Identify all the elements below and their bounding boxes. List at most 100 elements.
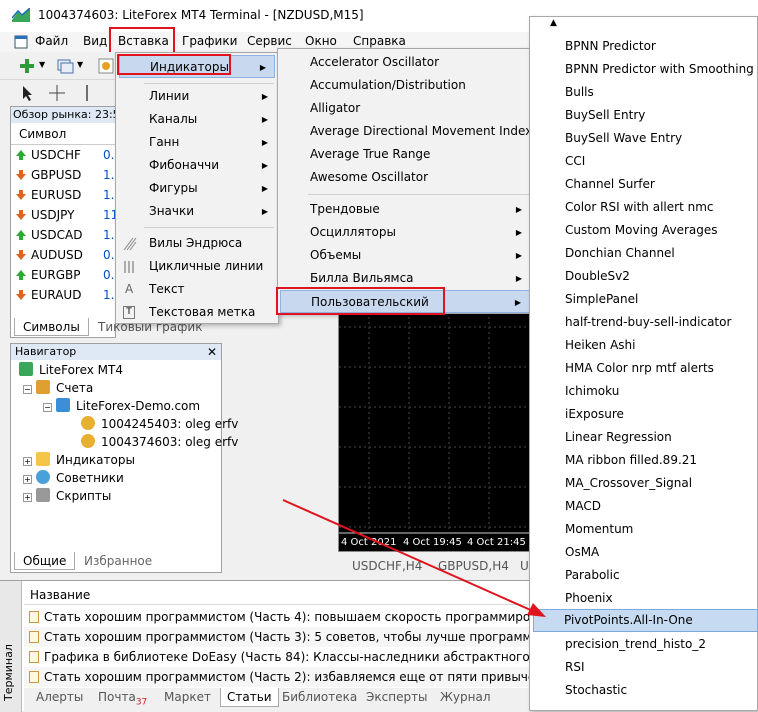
tree-item-account-2[interactable]: 1004374603: oleg erfv xyxy=(81,433,238,451)
tree-item-server[interactable]: − LiteForex-Demo.com xyxy=(43,397,200,415)
menu-item-cycle-lines[interactable]: Цикличные линии xyxy=(116,255,276,278)
menu-item-custom-indicator[interactable]: Phoenix xyxy=(565,587,613,610)
menu-item-alligator[interactable]: Alligator xyxy=(278,97,528,120)
terminal-vertical-tab[interactable]: Терминал xyxy=(0,581,22,712)
menu-window[interactable]: Окно xyxy=(305,34,337,48)
menu-item-shapes[interactable]: Фигуры ▶ xyxy=(116,177,276,200)
market-row[interactable]: AUDUSD 0. xyxy=(11,245,115,265)
close-icon[interactable]: ✕ xyxy=(207,344,217,360)
menu-help[interactable]: Справка xyxy=(353,34,406,48)
menu-item-custom-indicator[interactable]: Ichimoku xyxy=(565,380,619,403)
tree-item-indicators[interactable]: + Индикаторы xyxy=(23,451,135,469)
tab-favorites[interactable]: Избранное xyxy=(76,552,160,570)
chart-tab-usdchf[interactable]: USDCHF,H4 xyxy=(352,559,422,573)
menu-item-custom-indicator[interactable]: Linear Regression xyxy=(565,426,672,449)
menu-item-custom-indicator[interactable]: RSI xyxy=(565,656,585,679)
menu-item-custom-indicator[interactable]: Color RSI with allert nmc xyxy=(565,196,713,219)
collapse-icon[interactable]: − xyxy=(23,385,32,394)
tab-journal[interactable]: Журнал xyxy=(440,690,491,704)
menu-item-andrews-pitchfork[interactable]: Вилы Эндрюса xyxy=(116,232,276,255)
tab-mail[interactable]: Почта37 xyxy=(98,690,147,707)
chart-window-icon[interactable] xyxy=(14,35,28,49)
tree-item-account-1[interactable]: 1004245403: oleg erfv xyxy=(81,415,238,433)
menu-item-custom-indicator[interactable]: Stochastic xyxy=(565,679,627,702)
menu-item-custom-indicator[interactable]: Channel Surfer xyxy=(565,173,655,196)
chart-tab-more[interactable]: U xyxy=(520,559,529,573)
article-row[interactable]: Графика в библиотеке DoEasy (Часть 84): … xyxy=(24,647,530,667)
crosshair-icon[interactable] xyxy=(48,84,66,102)
menu-item-custom-indicator[interactable]: MACD xyxy=(565,495,601,518)
market-watch-icon[interactable] xyxy=(97,57,115,75)
menu-item-arrows[interactable]: Значки ▶ xyxy=(116,200,276,223)
new-chart-icon[interactable] xyxy=(18,57,36,75)
menu-item-text[interactable]: A Текст xyxy=(116,278,276,301)
expand-icon[interactable]: + xyxy=(23,475,32,484)
expand-icon[interactable]: + xyxy=(23,493,32,502)
article-row[interactable]: Стать хорошим программистом (Часть 2): и… xyxy=(24,667,530,687)
menu-item-custom-indicator[interactable]: OsMA xyxy=(565,541,599,564)
menu-item-custom-indicator[interactable]: Heiken Ashi xyxy=(565,334,635,357)
menu-item-custom-indicator[interactable]: precision_trend_histo_2 xyxy=(565,633,706,656)
cursor-icon[interactable] xyxy=(18,84,36,102)
tab-alerts[interactable]: Алерты xyxy=(36,690,83,704)
tree-item-root[interactable]: LiteForex MT4 xyxy=(19,361,123,379)
market-row[interactable]: GBPUSD 1. xyxy=(11,165,115,185)
market-row[interactable]: USDCAD 1. xyxy=(11,225,115,245)
menu-tools[interactable]: Сервис xyxy=(247,34,292,48)
menu-item-custom-indicator[interactable]: Donchian Channel xyxy=(565,242,675,265)
menu-item-volumes[interactable]: Объемы ▶ xyxy=(278,244,530,267)
article-row[interactable]: Стать хорошим программистом (Часть 4): п… xyxy=(24,607,530,627)
chevron-down-icon[interactable]: ▼ xyxy=(77,60,83,69)
symbol-column-header[interactable]: Символ xyxy=(11,123,115,145)
chevron-down-icon[interactable]: ▼ xyxy=(39,60,45,69)
tree-item-accounts[interactable]: − Счета xyxy=(23,379,93,397)
market-row[interactable]: EURUSD 1. xyxy=(11,185,115,205)
menu-item-custom-indicator[interactable]: MA_Crossover_Signal xyxy=(565,472,692,495)
menu-item-awesome[interactable]: Awesome Oscillator xyxy=(278,166,528,189)
menu-view[interactable]: Вид xyxy=(83,34,107,48)
market-row[interactable]: USDCHF 0. xyxy=(11,145,115,165)
tree-item-experts[interactable]: + Советники xyxy=(23,469,124,487)
market-row[interactable]: EURAUD 1. xyxy=(11,285,115,305)
menu-item-accumulation[interactable]: Accumulation/Distribution xyxy=(278,74,528,97)
chart-tab-gbpusd[interactable]: GBPUSD,H4 xyxy=(438,559,509,573)
menu-item-lines[interactable]: Линии ▶ xyxy=(116,85,276,108)
menu-item-gann[interactable]: Ганн ▶ xyxy=(116,131,276,154)
profiles-icon[interactable] xyxy=(56,57,74,75)
menu-item-custom-indicator[interactable]: BPNN Predictor with Smoothing xyxy=(565,58,754,81)
menu-item-custom-indicator[interactable]: CCI xyxy=(565,150,585,173)
menu-item-oscillators[interactable]: Осцилляторы ▶ xyxy=(278,221,530,244)
market-row[interactable]: EURGBP 0. xyxy=(11,265,115,285)
menu-file[interactable]: Файл xyxy=(35,34,68,48)
menu-item-custom-indicator[interactable]: BuySell Wave Entry xyxy=(565,127,682,150)
menu-item-custom-indicator[interactable]: HMA Color nrp mtf alerts xyxy=(565,357,714,380)
name-column-header[interactable]: Название xyxy=(24,585,530,605)
menu-item-pivotpoints[interactable]: PivotPoints.All-In-One xyxy=(564,609,693,632)
vertical-line-icon[interactable] xyxy=(78,84,96,102)
menu-item-fibonacci[interactable]: Фибоначчи ▶ xyxy=(116,154,276,177)
tab-symbols[interactable]: Символы xyxy=(14,318,89,336)
tab-experts[interactable]: Эксперты xyxy=(366,690,428,704)
tab-common[interactable]: Общие xyxy=(14,552,76,570)
menu-item-custom-indicator[interactable]: half-trend-buy-sell-indicator xyxy=(565,311,731,334)
menu-item-adx[interactable]: Average Directional Movement Index xyxy=(278,120,532,143)
menu-item-custom-indicator[interactable]: DoubleSv2 xyxy=(565,265,630,288)
menu-item-text-label[interactable]: T Текстовая метка xyxy=(116,301,276,324)
tab-market[interactable]: Маркет xyxy=(164,690,211,704)
tab-articles[interactable]: Статьи xyxy=(220,688,279,707)
expand-icon[interactable]: + xyxy=(23,457,32,466)
chart-window[interactable]: 4 Oct 2021 4 Oct 19:45 4 Oct 21:45 xyxy=(338,306,532,552)
menu-item-custom-indicator[interactable]: MA ribbon filled.89.21 xyxy=(565,449,697,472)
menu-item-custom-indicator[interactable]: BuySell Entry xyxy=(565,104,645,127)
menu-item-accelerator[interactable]: Accelerator Oscillator xyxy=(278,51,528,74)
menu-charts[interactable]: Графики xyxy=(182,34,237,48)
menu-item-custom-indicator[interactable]: Custom Moving Averages xyxy=(565,219,717,242)
tree-item-scripts[interactable]: + Скрипты xyxy=(23,487,111,505)
menu-item-custom-indicator[interactable]: Bulls xyxy=(565,81,594,104)
tab-library[interactable]: Библиотека xyxy=(282,690,357,704)
market-row[interactable]: USDJPY 11 xyxy=(11,205,115,225)
article-row[interactable]: Стать хорошим программистом (Часть 3): 5… xyxy=(24,627,530,647)
menu-item-channels[interactable]: Каналы ▶ xyxy=(116,108,276,131)
menu-item-trend[interactable]: Трендовые ▶ xyxy=(278,198,530,221)
menu-item-custom-indicator[interactable]: BPNN Predictor xyxy=(565,35,656,58)
